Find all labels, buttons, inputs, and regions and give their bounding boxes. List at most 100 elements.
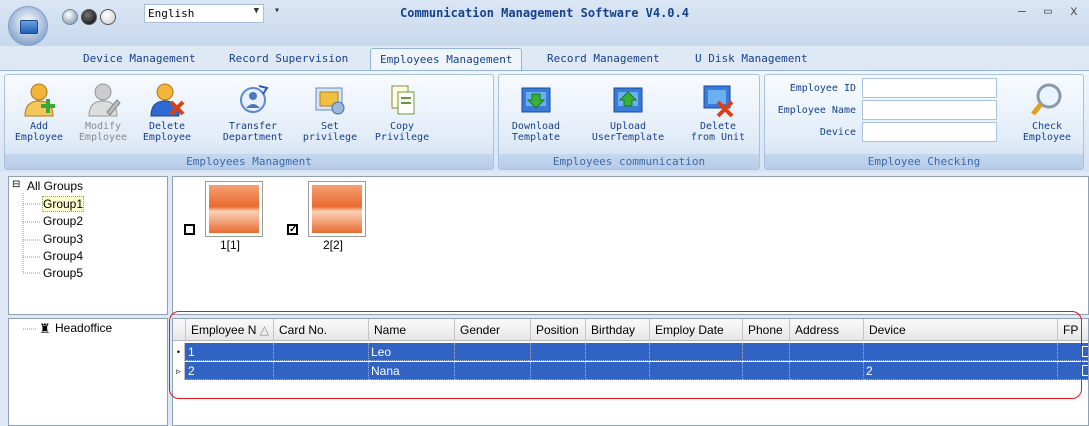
column-header-name[interactable]: Name [369,319,455,341]
cell-employ-date[interactable] [650,343,743,361]
fp-checkbox[interactable] [1082,365,1088,376]
employee-id-row: Employee ID [769,78,997,98]
privilege-icon [312,82,348,118]
upload-user-template-button[interactable]: Upload UserTemplate [587,79,669,155]
employee-name-input[interactable] [862,100,997,120]
tab-u-disk-management[interactable]: U Disk Management [686,48,817,70]
window-title: Communication Management Software V4.0.4 [400,6,689,20]
photo-checkbox-2[interactable]: ✓ [287,224,298,235]
transfer-department-button[interactable]: Transfer Department [215,79,291,155]
delete-employee-label: Delete Employee [142,121,192,143]
delete-employee-button[interactable]: Delete Employee [135,79,199,155]
table-row[interactable]: ▹ 2 Nana 2 [173,362,1088,380]
minimize-button[interactable]: – [1018,4,1026,19]
cell-address[interactable] [790,343,864,361]
cell-gender[interactable] [455,362,531,380]
group-employees-communication: Download Template Upload UserTemplate De… [498,74,760,170]
cell-name[interactable]: Leo [369,343,455,361]
cell-fp[interactable] [1058,362,1088,380]
cell-name[interactable]: Nana [369,362,455,380]
cell-address[interactable] [790,362,864,380]
employee-id-input[interactable] [862,78,997,98]
employee-name-row: Employee Name [769,100,997,120]
column-header-employee-no[interactable]: Employee N △ [186,319,274,341]
tree-root-all-groups[interactable]: All Groups [27,179,83,193]
cell-employee-no[interactable]: 2 [186,362,274,380]
grid-corner [173,319,186,341]
column-header-card-no[interactable]: Card No. [274,319,369,341]
add-employee-label: Add Employee [14,121,64,143]
photo-placeholder-icon [209,185,259,233]
delete-from-unit-button[interactable]: Delete from Unit [683,79,753,155]
group-employee-checking-label: Employee Checking [765,154,1083,169]
column-header-fp[interactable]: FP [1058,319,1088,341]
tree-collapse-icon[interactable]: ⊟ [12,179,20,190]
tab-device-management[interactable]: Device Management [74,48,205,70]
employee-grid: Employee N △ Card No. Name Gender Positi… [172,318,1089,426]
cell-device[interactable] [864,343,1058,361]
device-row: Device [769,122,997,142]
cell-gender[interactable] [455,343,531,361]
group-employees-management: Add Employee Modify Employee Delete Empl… [4,74,494,170]
cell-phone[interactable] [743,343,790,361]
cell-card-no[interactable] [274,362,369,380]
cell-phone[interactable] [743,362,790,380]
add-employee-button[interactable]: Add Employee [7,79,71,155]
ribbon: Add Employee Modify Employee Delete Empl… [0,70,1089,172]
tree-item-group4[interactable]: Group4 [43,249,83,263]
copy-privilege-label: Copy Privilege [374,121,430,143]
cell-position[interactable] [531,343,586,361]
cell-birthday[interactable] [586,343,650,361]
close-button[interactable]: x [1070,4,1078,19]
tab-employees-management[interactable]: Employees Management [370,48,523,71]
group-employees-management-label: Employees Managment [5,154,493,169]
cell-position[interactable] [531,362,586,380]
title-bar: English ▼ ▾ Communication Management Soft… [0,0,1089,46]
column-header-employ-date[interactable]: Employ Date [650,319,743,341]
tree-item-group3[interactable]: Group3 [43,232,83,246]
tree-item-group5[interactable]: Group5 [43,266,83,280]
device-input[interactable] [862,122,997,142]
sort-ascending-icon: △ [259,323,269,337]
tab-record-supervision[interactable]: Record Supervision [220,48,357,70]
set-privilege-button[interactable]: Set privilege [295,79,365,155]
copy-privilege-button[interactable]: Copy Privilege [367,79,437,155]
cell-birthday[interactable] [586,362,650,380]
cell-employ-date[interactable] [650,362,743,380]
column-header-phone[interactable]: Phone [743,319,790,341]
modify-employee-button[interactable]: Modify Employee [71,79,135,155]
table-row[interactable]: • 1 Leo [173,343,1088,361]
magnifier-icon [1029,82,1065,118]
delete-user-icon [149,82,185,118]
column-header-gender[interactable]: Gender [455,319,531,341]
check-employee-button[interactable]: Check Employee [1015,79,1079,155]
group-tree: ⊟ All Groups Group1 Group2 Group3 Group4… [8,176,168,315]
upload-icon [610,82,646,118]
download-template-button[interactable]: Download Template [501,79,571,155]
department-tree: ♜ Headoffice [8,318,168,426]
ribbon-tabs: Device Management Record Supervision Emp… [0,48,1089,71]
maximize-button[interactable]: ▭ [1044,4,1052,19]
photo-checkbox-1[interactable] [184,224,195,235]
employee-photo-1[interactable] [205,181,263,237]
column-header-position[interactable]: Position [531,319,586,341]
cell-device[interactable]: 2 [864,362,1058,380]
tree-item-group1[interactable]: Group1 [42,196,85,212]
grid-header: Employee N △ Card No. Name Gender Positi… [173,319,1088,341]
department-icon: ♜ [39,321,51,336]
employee-photo-2[interactable] [308,181,366,237]
modify-employee-label: Modify Employee [78,121,128,143]
tree-item-group2[interactable]: Group2 [43,214,83,228]
column-header-birthday[interactable]: Birthday [586,319,650,341]
cell-fp[interactable] [1058,343,1088,361]
group-employee-checking: Employee ID Employee Name Device Check E… [764,74,1084,170]
fp-checkbox[interactable] [1082,346,1088,357]
download-icon [518,82,554,118]
column-header-device[interactable]: Device [864,319,1058,341]
cell-employee-no[interactable]: 1 [186,343,274,361]
cell-card-no[interactable] [274,343,369,361]
tree-item-headoffice[interactable]: Headoffice [55,321,112,335]
tab-record-management[interactable]: Record Management [538,48,669,70]
column-header-address[interactable]: Address [790,319,864,341]
tree-lines [22,193,41,274]
